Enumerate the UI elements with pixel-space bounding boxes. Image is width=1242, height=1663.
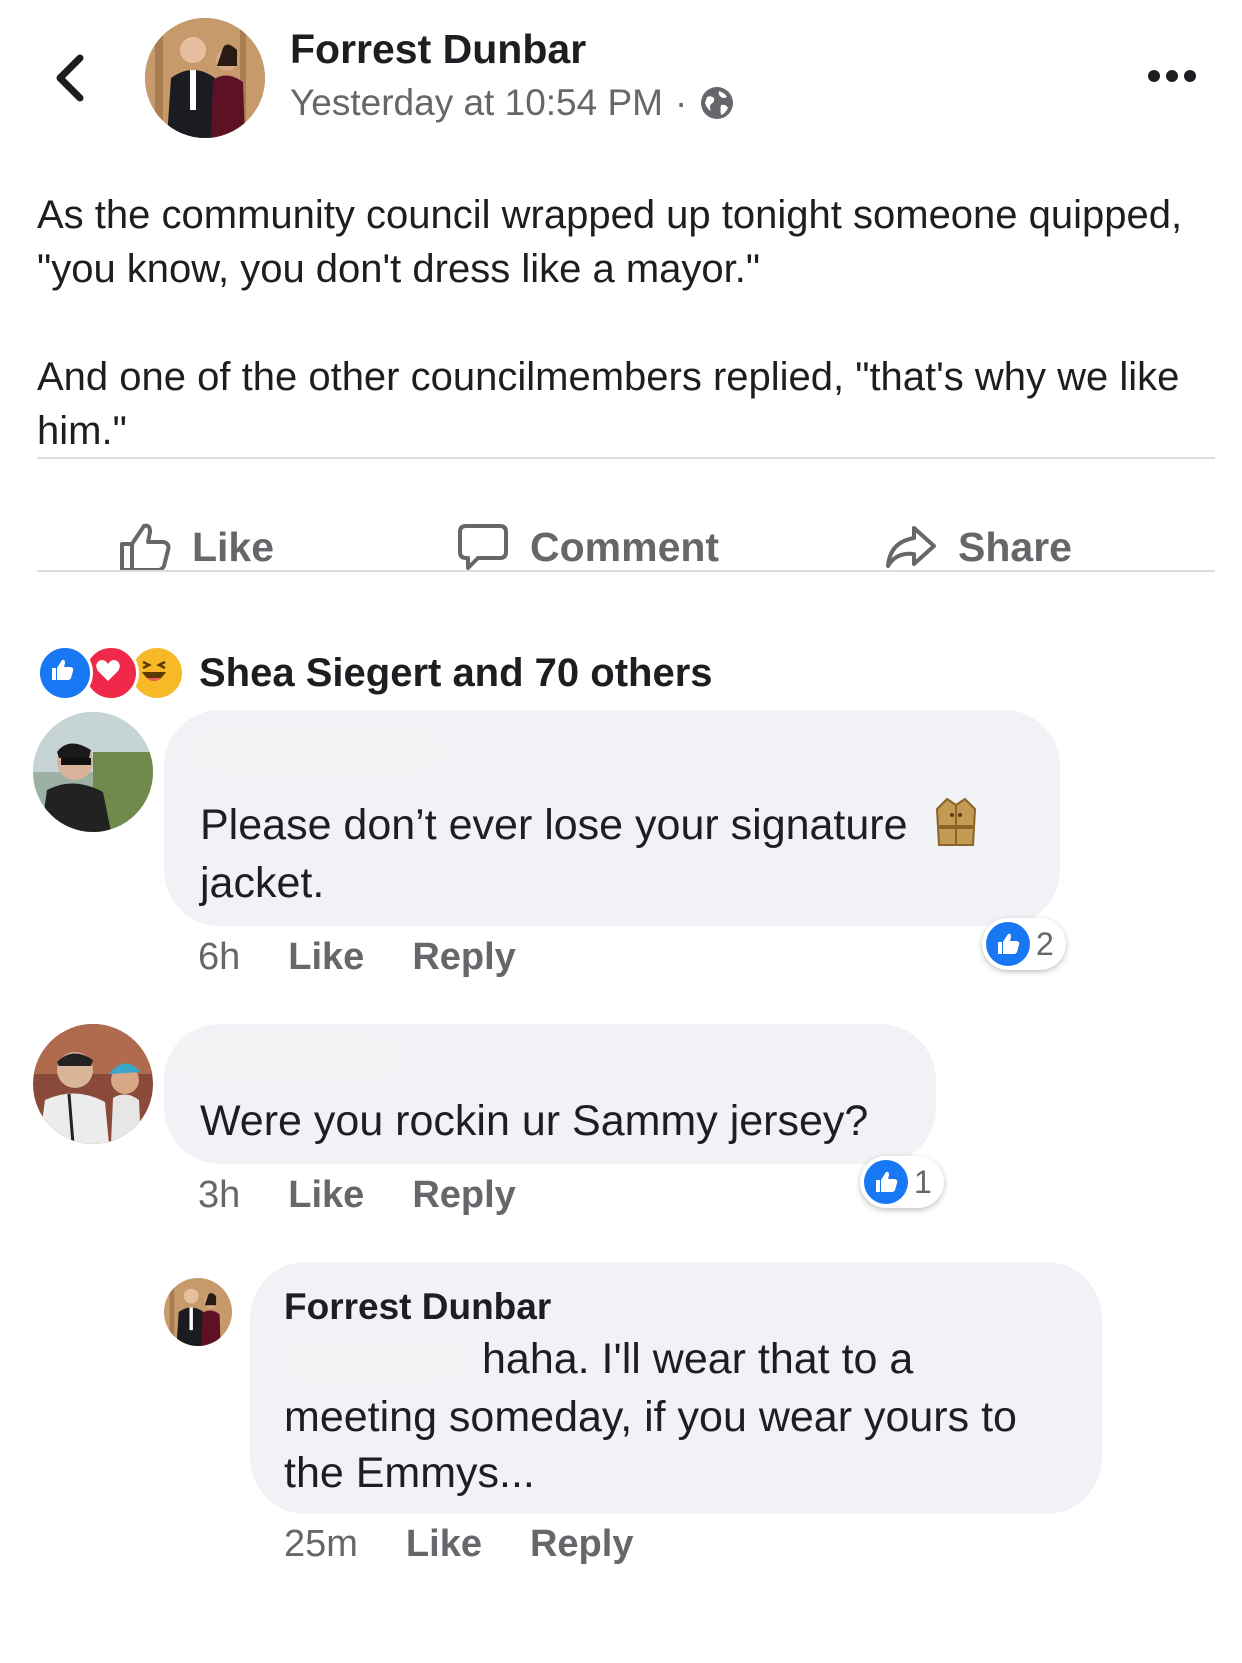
like-reaction-icon [37, 645, 93, 701]
comment-time: 6h [198, 936, 241, 978]
comment-text: Were you rockin ur Sammy jersey? [200, 1097, 869, 1145]
post-paragraph: As the community council wrapped up toni… [37, 193, 1183, 291]
commenter-avatar[interactable] [33, 1024, 153, 1144]
thumbs-up-icon [120, 523, 171, 572]
comment-meta: 3h Like Reply [198, 1174, 516, 1217]
coat-emoji [936, 797, 977, 846]
chevron-left-icon [56, 54, 84, 102]
comment-like-button[interactable]: Like [288, 936, 364, 979]
comment-text-line: jacket. [200, 859, 325, 907]
more-horizontal-icon [1148, 70, 1160, 82]
comment-text: Please don’t ever lose your signature ja… [200, 795, 1020, 912]
redacted-name [184, 1040, 394, 1076]
commenter-avatar[interactable] [33, 712, 153, 832]
reply-text-line: haha. I'll wear that to a [482, 1335, 914, 1383]
comment-meta: 6h Like Reply [198, 936, 516, 979]
author-avatar[interactable] [145, 18, 265, 138]
like-reaction-icon [864, 1160, 908, 1204]
reactions-summary[interactable]: Shea Siegert and 70 others [37, 645, 713, 701]
back-button[interactable] [50, 52, 90, 104]
reactions-summary-text: Shea Siegert and 70 others [199, 650, 713, 695]
more-dot [1184, 70, 1196, 82]
more-dot [1166, 70, 1178, 82]
reply-like-button[interactable]: Like [406, 1523, 482, 1566]
post-timestamp[interactable]: Yesterday at 10:54 PM [290, 82, 663, 124]
redacted-name [198, 732, 438, 768]
reply-reply-button[interactable]: Reply [530, 1523, 633, 1566]
like-label: Like [192, 523, 275, 570]
divider [37, 457, 1215, 459]
share-label: Share [958, 523, 1072, 570]
like-button[interactable]: Like [118, 520, 274, 574]
reply-author-name[interactable]: Forrest Dunbar [284, 1286, 551, 1328]
reply-meta: 25m Like Reply [284, 1523, 633, 1566]
reply-time: 25m [284, 1523, 358, 1565]
comment-reply-button[interactable]: Reply [412, 936, 515, 979]
comment-time: 3h [198, 1174, 241, 1216]
post-meta: Yesterday at 10:54 PM · [290, 82, 735, 124]
author-name[interactable]: Forrest Dunbar [290, 26, 586, 73]
divider [37, 570, 1215, 572]
speech-bubble-icon [458, 524, 508, 570]
like-count-value: 2 [1036, 925, 1054, 962]
redacted-mention [284, 1346, 464, 1376]
more-options-button[interactable] [1148, 66, 1200, 86]
like-count-value: 1 [914, 1163, 932, 1200]
like-reaction-icon [986, 922, 1030, 966]
post-body: As the community council wrapped up toni… [37, 188, 1207, 512]
comment-label: Comment [530, 523, 720, 570]
comment-like-button[interactable]: Like [288, 1174, 364, 1217]
share-button[interactable]: Share [884, 520, 1072, 574]
comment-text-line: Please don’t ever lose your signature [200, 801, 908, 849]
comment-reply-button[interactable]: Reply [412, 1174, 515, 1217]
reply-text-line: meeting someday, if you wear yours to [284, 1393, 1017, 1441]
post-paragraph: And one of the other councilmembers repl… [37, 355, 1180, 453]
comment-button[interactable]: Comment [456, 520, 719, 574]
meta-separator: · [674, 82, 688, 123]
reply-text-line: the Emmys... [284, 1449, 535, 1497]
globe-icon [701, 87, 734, 119]
comment-like-count[interactable]: 2 [982, 918, 1066, 970]
share-arrow-icon [886, 526, 936, 568]
comment-like-count[interactable]: 1 [860, 1156, 944, 1208]
reply-author-avatar[interactable] [164, 1278, 232, 1346]
